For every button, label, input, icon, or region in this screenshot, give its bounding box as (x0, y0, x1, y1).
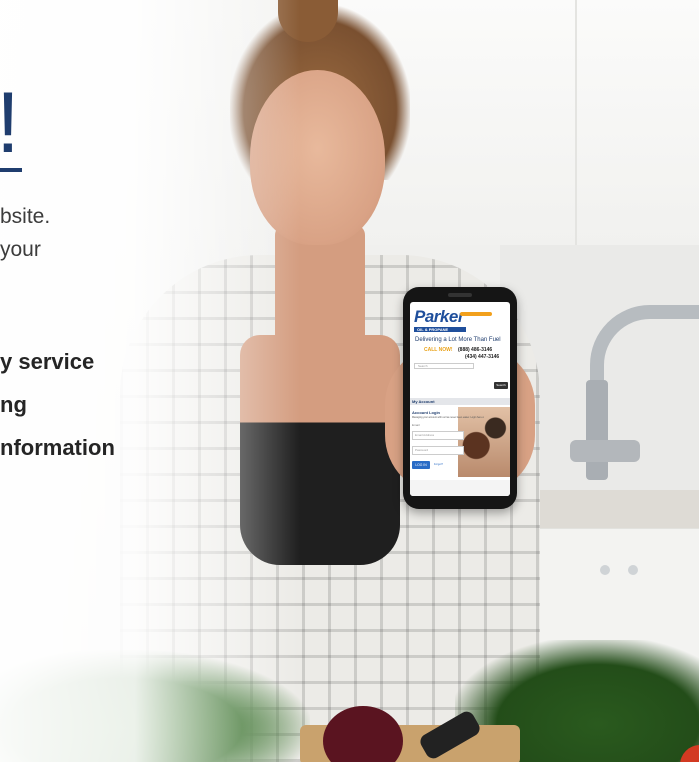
phone-speaker (448, 293, 472, 297)
email-field[interactable]: Email Address (412, 431, 464, 440)
email-label: Email (412, 423, 420, 427)
account-login-description: Managing your account with us has never … (412, 416, 484, 419)
cabinet-seam (575, 0, 577, 245)
search-input[interactable]: Search (414, 363, 474, 369)
intro-line: bsite. (0, 205, 51, 228)
call-now-label: CALL NOW! (424, 347, 453, 353)
search-button[interactable]: Search (494, 382, 508, 389)
intro-line: your (0, 238, 41, 261)
headline-underline (0, 168, 22, 172)
phone-number-secondary[interactable]: (434) 447-3146 (465, 354, 499, 360)
my-account-heading: My Account (412, 399, 435, 404)
screen-footer (410, 480, 510, 496)
feature-list: y service ng nformation (0, 340, 115, 469)
logo-wordmark: Parker (414, 307, 464, 326)
faucet-body (586, 380, 608, 480)
forgot-password-link[interactable]: Forgot? (434, 463, 443, 466)
phone-screen: Parker OIL & PROPANE Delivering a Lot Mo… (410, 302, 510, 496)
feature-item: y service (0, 349, 95, 374)
tagline: Delivering a Lot More Than Fuel (415, 337, 501, 343)
logo-subtitle: OIL & PROPANE (417, 327, 449, 332)
faucet-base (570, 440, 640, 462)
feature-item: nformation (0, 435, 115, 460)
parker-logo[interactable]: Parker OIL & PROPANE (414, 307, 466, 334)
headline-exclamation: ! (0, 80, 20, 166)
account-login-title: Account Login (412, 410, 440, 415)
login-button[interactable]: LOG IN (412, 461, 430, 469)
logo-swoosh (460, 312, 492, 316)
feature-item: ng (0, 392, 27, 417)
password-field[interactable]: Password (412, 446, 464, 455)
intro-text: bsite. your (0, 200, 50, 266)
cabinet-knob (628, 565, 638, 575)
cabinet-knob (600, 565, 610, 575)
phone-number-primary[interactable]: (888) 486-3146 (458, 347, 492, 353)
smartphone: Parker OIL & PROPANE Delivering a Lot Mo… (403, 287, 517, 509)
